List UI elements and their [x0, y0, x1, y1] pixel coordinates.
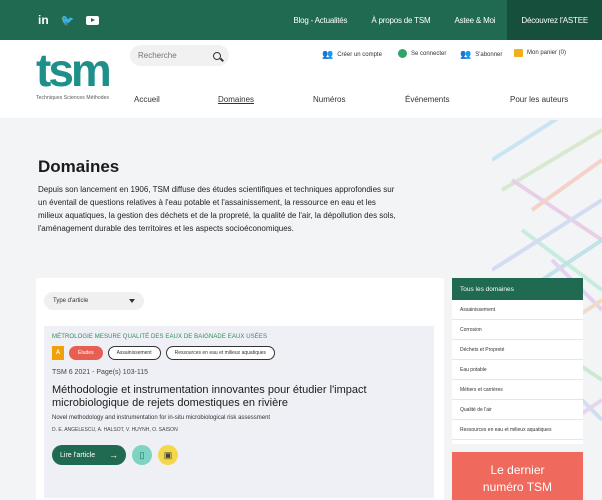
- book-icon[interactable]: ▯: [132, 445, 152, 465]
- promo-line-2: numéro TSM: [482, 480, 553, 494]
- sidebar-item-ressources-eau[interactable]: Ressources en eau et milieux aquatiques: [452, 420, 583, 440]
- page-description: Depuis son lancement en 1906, TSM diffus…: [38, 185, 396, 233]
- article-badge: A: [52, 346, 64, 360]
- sidebar-item-all-domains[interactable]: Tous les domaines: [452, 278, 583, 300]
- user-plus-icon: 👥: [322, 49, 334, 59]
- top-link-discover-astee[interactable]: Découvrez l'ASTEE: [507, 0, 602, 40]
- article-authors: D. E. ANGELESCU, A. HALSOT, V. HUYNH, O.…: [52, 427, 178, 433]
- chevron-down-icon: [129, 299, 135, 303]
- logo-subtitle: Techniques Sciences Méthodes: [36, 95, 110, 101]
- page-title: Domaines: [38, 157, 120, 176]
- sidebar-item-metiers[interactable]: Métiers et carrières: [452, 380, 583, 400]
- article-tags: A Études Assainissement Ressources en ea…: [52, 346, 426, 360]
- article-type-select[interactable]: Type d'article: [44, 292, 144, 310]
- tag-etudes[interactable]: Études: [69, 346, 103, 360]
- tsm-logo[interactable]: tsm Techniques Sciences Méthodes: [36, 47, 116, 107]
- nav-evenements[interactable]: Événements: [405, 95, 449, 104]
- nav-domaines[interactable]: Domaines: [218, 95, 254, 104]
- article-subtitle: Novel methodology and instrumentation fo…: [52, 415, 271, 421]
- nav-numeros[interactable]: Numéros: [313, 95, 345, 104]
- social-links: in 🐦: [38, 13, 100, 27]
- logo-wordmark: tsm: [36, 44, 112, 96]
- top-link-about[interactable]: À propos de TSM: [359, 0, 442, 40]
- header: tsm Techniques Sciences Méthodes 👥 Créer…: [0, 40, 602, 118]
- promo-line-1: Le dernier: [490, 463, 545, 477]
- articles-panel: Type d'article MÉTROLOGIE MESURE QUALITÉ…: [36, 278, 444, 500]
- subscribe-label: S'abonner: [475, 51, 503, 58]
- arrow-right-icon: →: [109, 450, 118, 460]
- login-link[interactable]: Se connecter: [398, 49, 446, 58]
- sidebar-item-assainissement[interactable]: Assainissement: [452, 300, 583, 320]
- tag-assainissement[interactable]: Assainissement: [107, 346, 161, 360]
- nav-pour-les-auteurs[interactable]: Pour les auteurs: [510, 95, 568, 104]
- linkedin-icon[interactable]: in: [38, 13, 49, 27]
- read-article-button[interactable]: Lire l'article →: [52, 445, 126, 465]
- create-account-link[interactable]: 👥 Créer un compte: [322, 49, 382, 60]
- article-type-label: Type d'article: [53, 298, 89, 304]
- cart-label: Mon panier (0): [527, 50, 567, 56]
- user-icon: [398, 49, 407, 58]
- nav-accueil[interactable]: Accueil: [134, 95, 160, 104]
- search-icon[interactable]: [213, 51, 221, 60]
- article-categories[interactable]: MÉTROLOGIE MESURE QUALITÉ DES EAUX DE BA…: [52, 334, 426, 340]
- tag-ressources-eau[interactable]: Ressources en eau et milieux aquatiques: [165, 346, 276, 360]
- basket-icon[interactable]: ▣: [158, 445, 178, 465]
- sidebar-item-eau-potable[interactable]: Eau potable: [452, 360, 583, 380]
- sidebar-item-qualite-air[interactable]: Qualité de l'air: [452, 400, 583, 420]
- search-input[interactable]: [138, 51, 208, 60]
- subscribe-link[interactable]: 👥 S'abonner: [460, 49, 502, 60]
- twitter-icon[interactable]: 🐦: [61, 14, 75, 27]
- top-link-astee-moi[interactable]: Astee & Moi: [442, 0, 507, 40]
- sidebar-item-corrosion[interactable]: Corrosion: [452, 320, 583, 340]
- read-article-label: Lire l'article: [60, 451, 96, 459]
- top-links: Blog - Actualités À propos de TSM Astee …: [281, 0, 602, 40]
- top-bar: in 🐦 Blog - Actualités À propos de TSM A…: [0, 0, 602, 40]
- domains-sidebar: Tous les domaines Assainissement Corrosi…: [452, 278, 583, 444]
- group-icon: 👥: [460, 49, 472, 59]
- top-link-blog[interactable]: Blog - Actualités: [281, 0, 359, 40]
- login-label: Se connecter: [411, 50, 447, 57]
- youtube-icon[interactable]: [86, 15, 100, 25]
- cart-link[interactable]: Mon panier (0): [514, 49, 566, 57]
- latest-issue-promo[interactable]: Le dernier numéro TSM: [452, 452, 583, 500]
- article-actions: Lire l'article → ▯ ▣: [52, 445, 426, 465]
- cart-icon: [514, 49, 523, 57]
- article-meta: TSM 6 2021 - Page(s) 103-115: [52, 369, 148, 376]
- search-box: [130, 45, 229, 66]
- create-account-label: Créer un compte: [337, 51, 382, 58]
- article-title[interactable]: Méthodologie et instrumentation innovant…: [52, 384, 427, 410]
- article-card: MÉTROLOGIE MESURE QUALITÉ DES EAUX DE BA…: [44, 326, 434, 498]
- sidebar-item-dechets[interactable]: Déchets et Propreté: [452, 340, 583, 360]
